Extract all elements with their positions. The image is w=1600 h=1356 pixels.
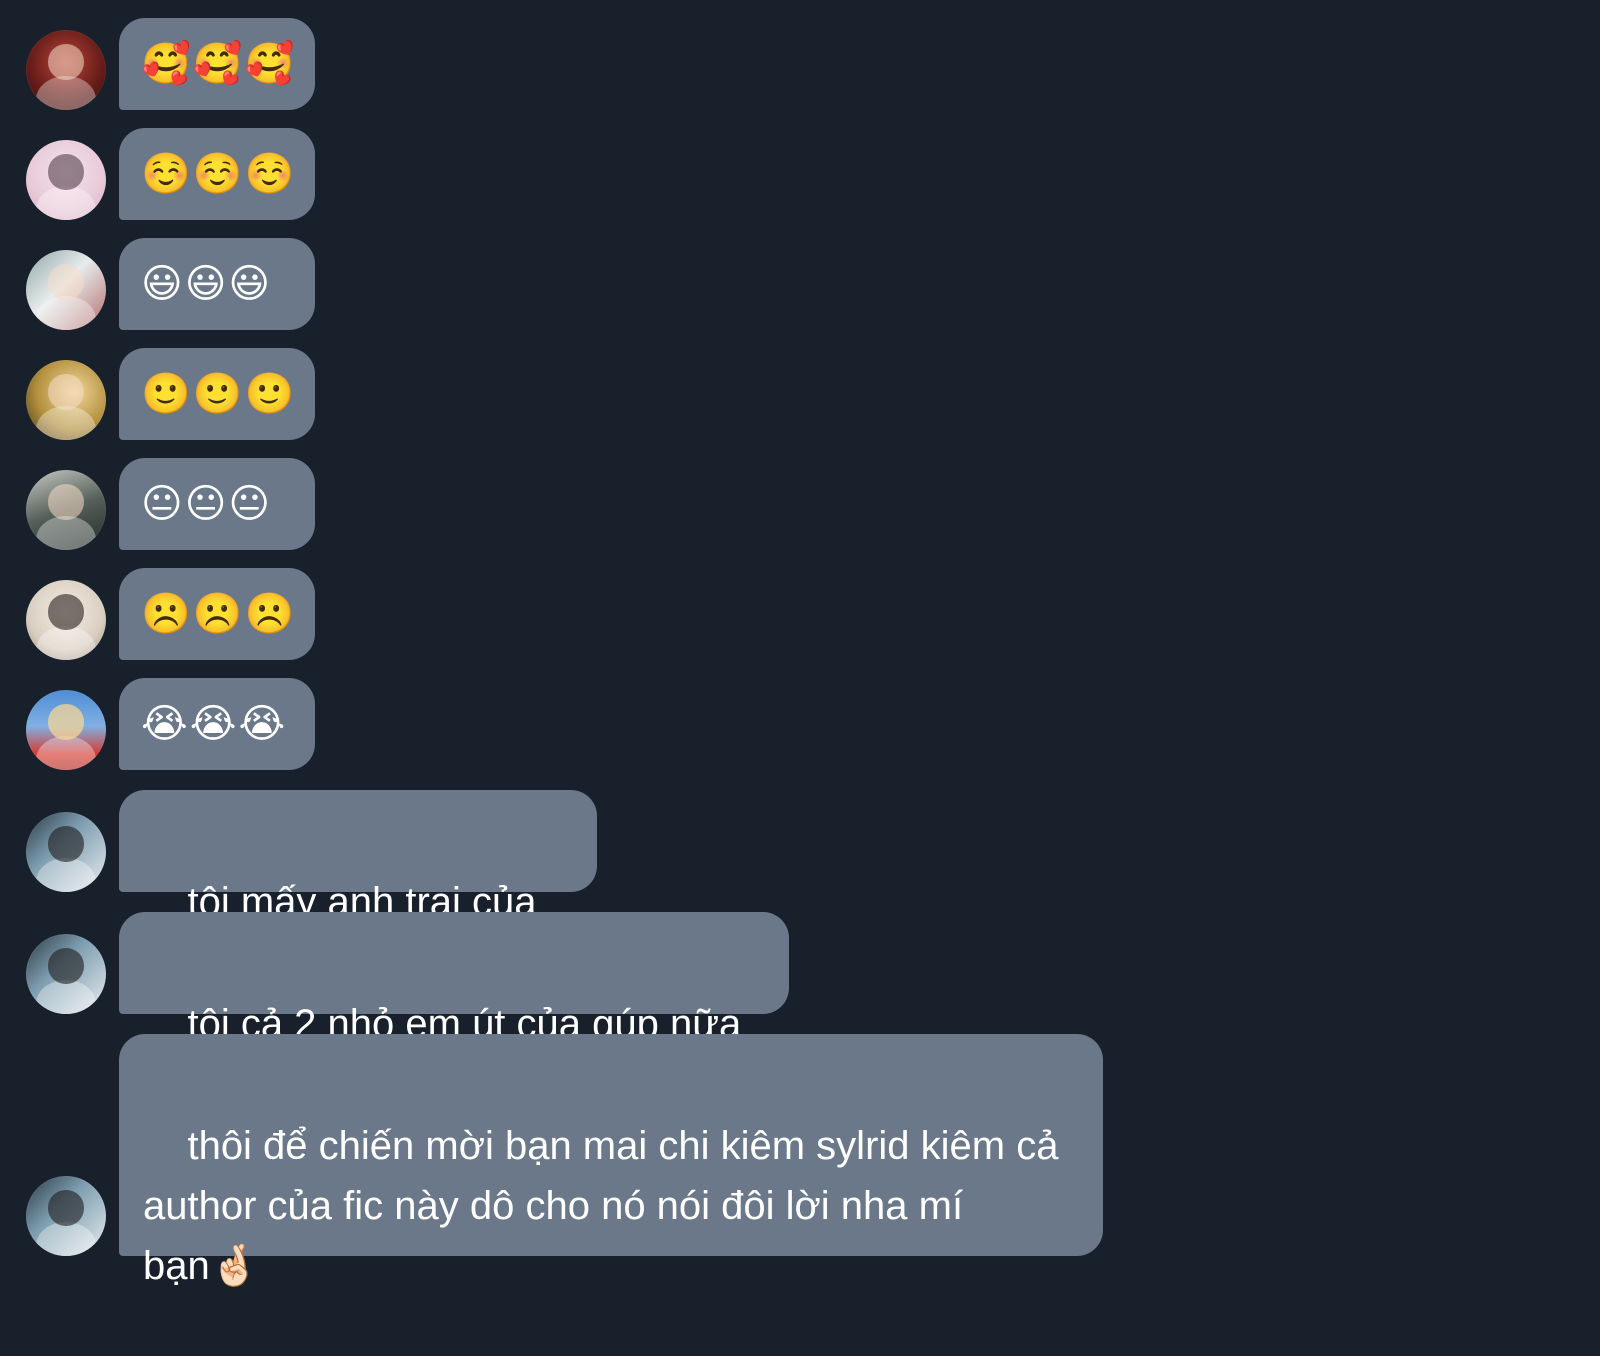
message-bubble[interactable]: ☺️☺️☺️ [119,128,315,220]
message-bubble[interactable]: 😐😐😐 [119,458,315,550]
message-emoji: 🙂🙂🙂 [141,371,297,417]
message-emoji: 🥰🥰🥰 [141,41,297,87]
user-avatar[interactable] [26,360,106,440]
message-bubble[interactable]: thôi để chiến mời bạn mai chi kiêm sylri… [119,1034,1103,1288]
message-bubble[interactable]: 🙂🙂🙂 [119,348,315,440]
message-bubble[interactable]: 😃😃😃 [119,238,315,330]
user-avatar[interactable] [26,30,106,110]
message-bubble[interactable]: 😭😭😭 [119,678,315,770]
user-avatar[interactable] [26,470,106,550]
message-bubble[interactable]: ☹️☹️☹️ [119,568,315,660]
message-emoji: 😃😃😃 [141,261,273,307]
user-avatar[interactable] [26,140,106,220]
message-emoji: ☺️☺️☺️ [141,151,297,197]
user-avatar[interactable] [26,250,106,330]
message-bubble[interactable]: tội mấy anh trai của tui [119,790,597,984]
message-bubble[interactable]: tội cả 2 nhỏ em út của gúp nữa🥹 [119,912,789,1106]
chat-thread: 🥰🥰🥰 ☺️☺️☺️ 😃😃😃 🙂🙂🙂 😐😐😐 ☹️☹️☹️ 😭😭😭 tội mấ… [0,0,1600,1290]
message-bubble[interactable]: 🥰🥰🥰 [119,18,315,110]
message-text: thôi để chiến mời bạn mai chi kiêm sylri… [143,1124,1059,1288]
message-emoji: ☹️☹️☹️ [141,591,297,637]
user-avatar[interactable] [26,934,106,1014]
user-avatar[interactable] [26,690,106,770]
user-avatar[interactable] [26,812,106,892]
message-emoji: 😐😐😐 [141,481,273,527]
message-emoji: 😭😭😭 [141,701,288,747]
user-avatar[interactable] [26,1176,106,1256]
user-avatar[interactable] [26,580,106,660]
